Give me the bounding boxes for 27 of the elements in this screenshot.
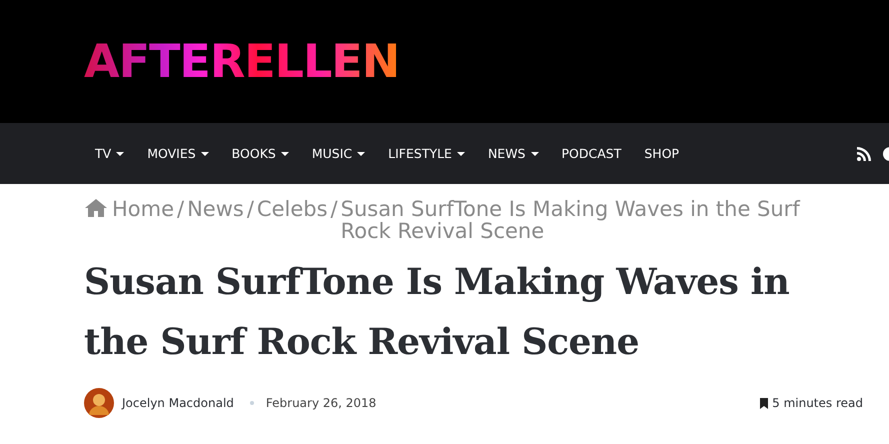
bookmark-icon (760, 398, 768, 408)
nav-item[interactable]: LIFESTYLE (388, 146, 465, 161)
caret-icon (116, 152, 124, 156)
post-date: February 26, 2018 (266, 396, 376, 410)
separator-dot (250, 401, 254, 405)
author-link[interactable]: Jocelyn Macdonald (122, 396, 234, 410)
article-title: Susan SurfTone Is Making Waves in the Surf Rock Revival Scene (84, 260, 790, 365)
caret-icon (200, 152, 209, 156)
caret-icon (357, 152, 366, 156)
breadcrumb-current: Susan SurfTone Is Making Waves in the Surf Rock Revival Scene (340, 198, 802, 242)
caret-icon (280, 152, 289, 156)
nav-item[interactable]: MUSIC (312, 146, 366, 161)
caret-icon (456, 152, 465, 156)
nav-item[interactable]: PODCAST (562, 146, 622, 161)
breadcrumb-separator: / (246, 198, 254, 220)
breadcrumb-separator: / (330, 198, 338, 220)
rss-icon[interactable] (857, 146, 871, 160)
nav-item[interactable]: MOVIES (147, 146, 209, 161)
nav-item[interactable]: SHOP (644, 146, 680, 161)
breadcrumb-separator: / (177, 198, 184, 220)
nav-item[interactable]: NEWS (488, 146, 538, 161)
home-icon[interactable] (84, 198, 108, 218)
caret-icon (530, 152, 538, 156)
nav-item[interactable]: TV (95, 146, 124, 161)
nav-item[interactable]: BOOKS (232, 146, 289, 161)
read-time: 5 minutes read (772, 396, 863, 410)
avatar-icon[interactable] (84, 388, 114, 418)
